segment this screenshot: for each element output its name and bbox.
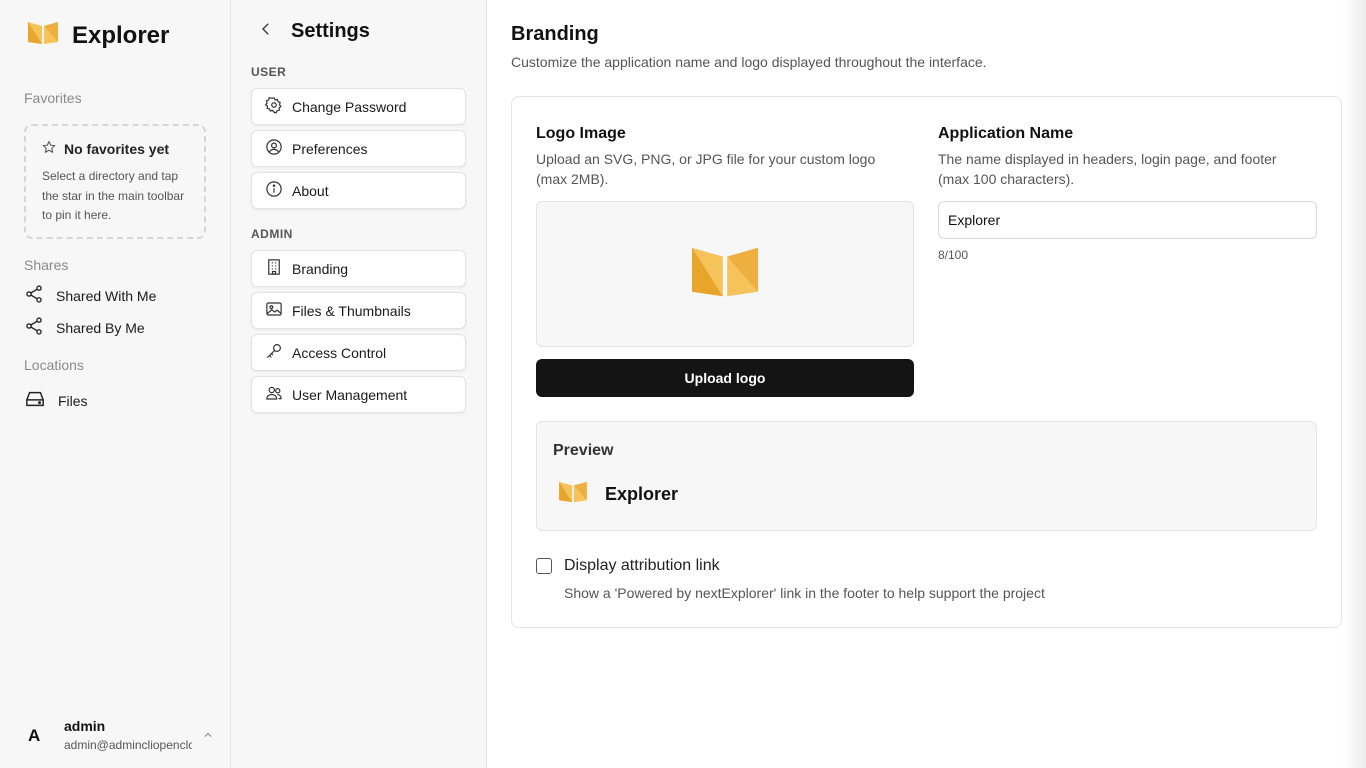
settings-item-user-management[interactable]: User Management: [251, 376, 466, 413]
application-name-input[interactable]: [938, 201, 1317, 239]
image-icon: [265, 300, 283, 321]
back-chevron-icon[interactable]: [257, 20, 275, 43]
settings-item-label: Change Password: [292, 98, 407, 115]
logo-dropzone[interactable]: [536, 201, 914, 347]
settings-item-label: User Management: [292, 386, 408, 403]
brand[interactable]: Explorer: [28, 20, 169, 51]
sidebar-item-label: Shared With Me: [56, 287, 157, 304]
chevron-up-icon: [202, 728, 214, 746]
key-icon: [265, 342, 283, 363]
share-icon: [24, 316, 44, 339]
gear-icon: [264, 96, 283, 117]
settings-item-preferences[interactable]: Preferences: [251, 130, 466, 167]
settings-item-change-password[interactable]: Change Password: [251, 88, 466, 125]
settings-item-label: Branding: [292, 260, 349, 277]
logo-preview-icon: [692, 243, 758, 306]
sidebar: Explorer Favorites No favorites yet Sele…: [0, 0, 231, 768]
settings-item-branding[interactable]: Branding: [251, 250, 466, 287]
logo-image-desc: Upload an SVG, PNG, or JPG file for your…: [536, 151, 876, 187]
sidebar-item-label: Files: [58, 392, 88, 409]
application-name-desc: The name displayed in headers, login pag…: [938, 151, 1277, 187]
avatar: A: [28, 726, 41, 745]
application-name-title: Application Name: [938, 125, 1074, 142]
settings-title: Settings: [291, 20, 370, 42]
locations-label: Locations: [24, 357, 84, 373]
preview-brand: Explorer: [559, 480, 678, 509]
settings-group-admin: ADMIN: [251, 227, 293, 241]
users-icon: [265, 384, 283, 405]
sidebar-item-files[interactable]: Files: [24, 389, 88, 412]
sidebar-item-label: Shared By Me: [56, 319, 145, 336]
favorites-empty-text: Select a directory and tap the star in t…: [42, 169, 185, 222]
branding-page: Branding Customize the application name …: [487, 0, 1366, 768]
branding-card: Logo Image Upload an SVG, PNG, or JPG fi…: [511, 96, 1342, 628]
preview-label: Preview: [553, 442, 614, 459]
shares-label: Shares: [24, 257, 69, 273]
settings-item-label: Access Control: [292, 344, 387, 361]
share-icon: [24, 284, 44, 307]
page-subtitle: Customize the application name and logo …: [511, 54, 987, 70]
sidebar-item-shared-with-me[interactable]: Shared With Me: [24, 284, 156, 307]
explorer-logo-icon: [28, 20, 58, 51]
preview-app-name: Explorer: [605, 484, 679, 504]
favorites-empty-title: No favorites yet: [64, 140, 170, 157]
settings-item-label: Preferences: [292, 140, 368, 157]
logo-image-title: Logo Image: [536, 125, 626, 142]
drive-icon: [24, 389, 46, 412]
user-email: admin@admincliopencloud: [64, 738, 192, 752]
info-icon: [265, 180, 283, 201]
sidebar-item-shared-by-me[interactable]: Shared By Me: [24, 316, 145, 339]
preview-logo-icon: [559, 480, 587, 509]
building-icon: [265, 258, 283, 279]
page-title: Branding: [511, 23, 599, 45]
upload-logo-button[interactable]: Upload logo: [536, 359, 914, 397]
user-menu[interactable]: A admin admin@admincliopencloud: [0, 708, 230, 768]
settings-group-user: USER: [251, 65, 287, 79]
character-count: 8/100: [938, 248, 969, 262]
settings-panel: Settings USER Change Password Preference…: [231, 0, 487, 768]
settings-item-label: About: [292, 182, 329, 199]
attribution-desc: Show a 'Powered by nextExplorer' link in…: [564, 585, 1045, 601]
user-name: admin: [64, 718, 106, 734]
brand-title: Explorer: [72, 21, 170, 49]
user-circle-icon: [265, 138, 283, 159]
settings-item-access-control[interactable]: Access Control: [251, 334, 466, 371]
star-icon: [42, 140, 56, 157]
favorites-empty-box: No favorites yet Select a directory and …: [24, 124, 206, 239]
attribution-row[interactable]: Display attribution link: [536, 557, 720, 575]
attribution-label[interactable]: Display attribution link: [564, 557, 720, 575]
scroll-edge-shadow: [1342, 0, 1366, 768]
settings-item-files-thumbnails[interactable]: Files & Thumbnails: [251, 292, 466, 329]
attribution-checkbox[interactable]: [536, 558, 552, 574]
preview-box: Preview Explorer: [536, 421, 1317, 531]
favorites-label: Favorites: [24, 90, 82, 106]
settings-item-label: Files & Thumbnails: [292, 302, 411, 319]
settings-item-about[interactable]: About: [251, 172, 466, 209]
